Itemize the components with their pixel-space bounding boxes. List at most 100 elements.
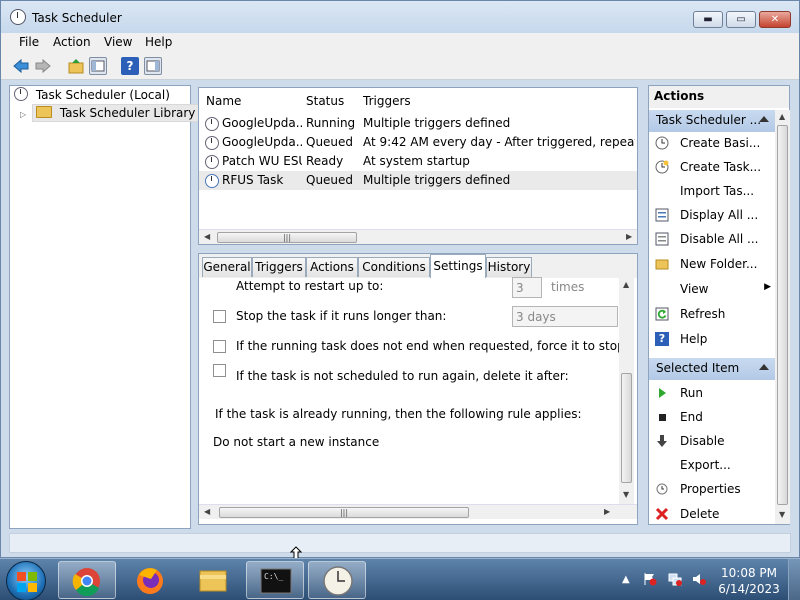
menu-help[interactable]: Help [145, 35, 172, 49]
taskbar-explorer[interactable] [184, 561, 242, 599]
table-row[interactable]: GoogleUpda... Queued At 9:42 AM every da… [199, 133, 637, 152]
scroll-up-arrow-icon[interactable]: ▲ [779, 112, 785, 121]
action-label: View [680, 282, 709, 296]
actions-section-selected-item[interactable]: Selected Item [649, 358, 775, 380]
tab-actions[interactable]: Actions [306, 257, 358, 277]
taskbar: C:\_ ▲ 10:08 PM 6/14/2023 [0, 558, 800, 600]
help-icon[interactable]: ? [121, 57, 139, 75]
action-display-all[interactable]: Display All ... [653, 205, 775, 227]
volume-muted-icon[interactable] [692, 572, 706, 586]
menu-bar: File Action View Help [1, 33, 799, 53]
action-disable-all[interactable]: Disable All ... [653, 229, 775, 251]
action-end[interactable]: End [653, 407, 775, 429]
action-properties[interactable]: Properties [653, 479, 775, 501]
action-delete[interactable]: Delete [653, 504, 775, 526]
scrollbar-thumb[interactable] [621, 373, 632, 483]
tree-root[interactable]: Task Scheduler (Local) [14, 87, 170, 102]
help-icon: ? [655, 332, 669, 346]
task-name: GoogleUpda... [222, 135, 302, 149]
up-folder-icon[interactable] [67, 57, 85, 75]
title-bar[interactable]: Task Scheduler ▬ ▭ ✕ [1, 1, 799, 33]
settings-vertical-scrollbar[interactable]: ▲ ▼ [619, 278, 634, 504]
taskbar-firefox[interactable] [121, 561, 179, 599]
close-button[interactable]: ✕ [759, 11, 791, 28]
stop-task-checkbox[interactable] [213, 310, 226, 323]
back-arrow-icon[interactable] [12, 57, 30, 75]
action-help[interactable]: ? Help [653, 329, 775, 351]
restart-label: Attempt to restart up to: [236, 279, 384, 293]
column-header-status[interactable]: Status [306, 94, 344, 108]
column-header-triggers[interactable]: Triggers [363, 94, 411, 108]
scrollbar-thumb[interactable]: ||| [217, 232, 357, 243]
force-stop-checkbox[interactable] [213, 340, 226, 353]
action-import-task[interactable]: Import Tas... [653, 181, 775, 203]
column-header-name[interactable]: Name [206, 94, 241, 108]
menu-action[interactable]: Action [53, 35, 91, 49]
tab-general[interactable]: General [202, 257, 252, 277]
tab-settings[interactable]: Settings [430, 254, 486, 278]
show-hide-tree-icon[interactable] [89, 57, 107, 75]
windows-logo-icon [17, 572, 37, 592]
properties-clock-icon [655, 482, 669, 496]
delete-task-checkbox[interactable] [213, 364, 226, 377]
start-button[interactable] [6, 561, 46, 600]
system-clock[interactable]: 10:08 PM 6/14/2023 [716, 565, 782, 597]
show-hidden-icons-arrow-icon[interactable]: ▲ [622, 574, 630, 585]
scrollbar-thumb[interactable] [777, 125, 788, 505]
task-triggers: Multiple triggers defined [363, 116, 511, 130]
tab-conditions[interactable]: Conditions [358, 257, 430, 277]
task-clock-icon [205, 117, 219, 131]
action-export[interactable]: Export... [653, 455, 775, 477]
collapse-arrow-icon[interactable] [759, 116, 769, 122]
scroll-down-arrow-icon[interactable]: ▼ [779, 510, 785, 519]
collapse-arrow-icon[interactable] [759, 364, 769, 370]
scrollbar-thumb[interactable]: ||| [219, 507, 469, 518]
task-clock-icon [205, 155, 219, 169]
table-row[interactable]: GoogleUpda... Running Multiple triggers … [199, 114, 637, 133]
scroll-right-arrow-icon[interactable]: ▶ [626, 232, 632, 241]
taskbar-task-scheduler[interactable] [308, 561, 366, 599]
tree-item-library[interactable]: Task Scheduler Library [32, 104, 200, 122]
table-row[interactable]: RFUS Task Queued Multiple triggers defin… [199, 171, 637, 190]
action-label: Refresh [680, 307, 726, 321]
menu-view[interactable]: View [104, 35, 132, 49]
forward-arrow-icon[interactable] [34, 57, 52, 75]
action-view[interactable]: View ▶ [653, 279, 775, 301]
action-center-flag-icon[interactable] [643, 572, 657, 586]
taskbar-chrome[interactable] [58, 561, 116, 599]
action-new-folder[interactable]: New Folder... [653, 254, 775, 276]
settings-horizontal-scrollbar[interactable]: ◀ ||| ▶ [199, 504, 637, 519]
tab-triggers[interactable]: Triggers [252, 257, 306, 277]
scroll-up-arrow-icon[interactable]: ▲ [623, 280, 629, 289]
tree-expand-arrow-icon[interactable]: ▷ [20, 106, 26, 120]
stop-icon [655, 410, 669, 424]
scroll-left-arrow-icon[interactable]: ◀ [204, 232, 210, 241]
action-label: Run [680, 386, 704, 400]
folder-clock-icon [36, 106, 52, 118]
rule-value[interactable]: Do not start a new instance [213, 435, 379, 449]
task-clock-icon [205, 136, 219, 150]
action-run[interactable]: Run [653, 383, 775, 405]
action-create-task[interactable]: Create Task... [653, 157, 775, 179]
network-icon[interactable] [668, 572, 682, 586]
actions-section-task-scheduler[interactable]: Task Scheduler ... [649, 110, 775, 132]
show-desktop-button[interactable] [788, 559, 800, 600]
task-list-horizontal-scrollbar[interactable]: ◀ ||| ▶ [199, 229, 637, 244]
show-hide-action-pane-icon[interactable] [144, 57, 162, 75]
table-row[interactable]: Patch WU ESU Ready At system startup [199, 152, 637, 171]
tab-history[interactable]: History [486, 257, 532, 277]
action-disable[interactable]: Disable [653, 431, 775, 453]
taskbar-command-prompt[interactable]: C:\_ [246, 561, 304, 599]
maximize-button[interactable]: ▭ [726, 11, 756, 28]
restart-count-field[interactable]: 3 [512, 277, 542, 298]
scroll-left-arrow-icon[interactable]: ◀ [204, 507, 210, 516]
minimize-button[interactable]: ▬ [693, 11, 723, 28]
scroll-down-arrow-icon[interactable]: ▼ [623, 490, 629, 499]
stop-duration-select[interactable]: 3 days [512, 306, 618, 327]
menu-file[interactable]: File [19, 35, 39, 49]
action-create-basic-task[interactable]: Create Basi... [653, 133, 775, 155]
section-label: Task Scheduler ... [656, 113, 762, 127]
action-refresh[interactable]: Refresh [653, 304, 775, 326]
actions-vertical-scrollbar[interactable]: ▲ ▼ [775, 110, 790, 524]
scroll-right-arrow-icon[interactable]: ▶ [604, 507, 610, 516]
